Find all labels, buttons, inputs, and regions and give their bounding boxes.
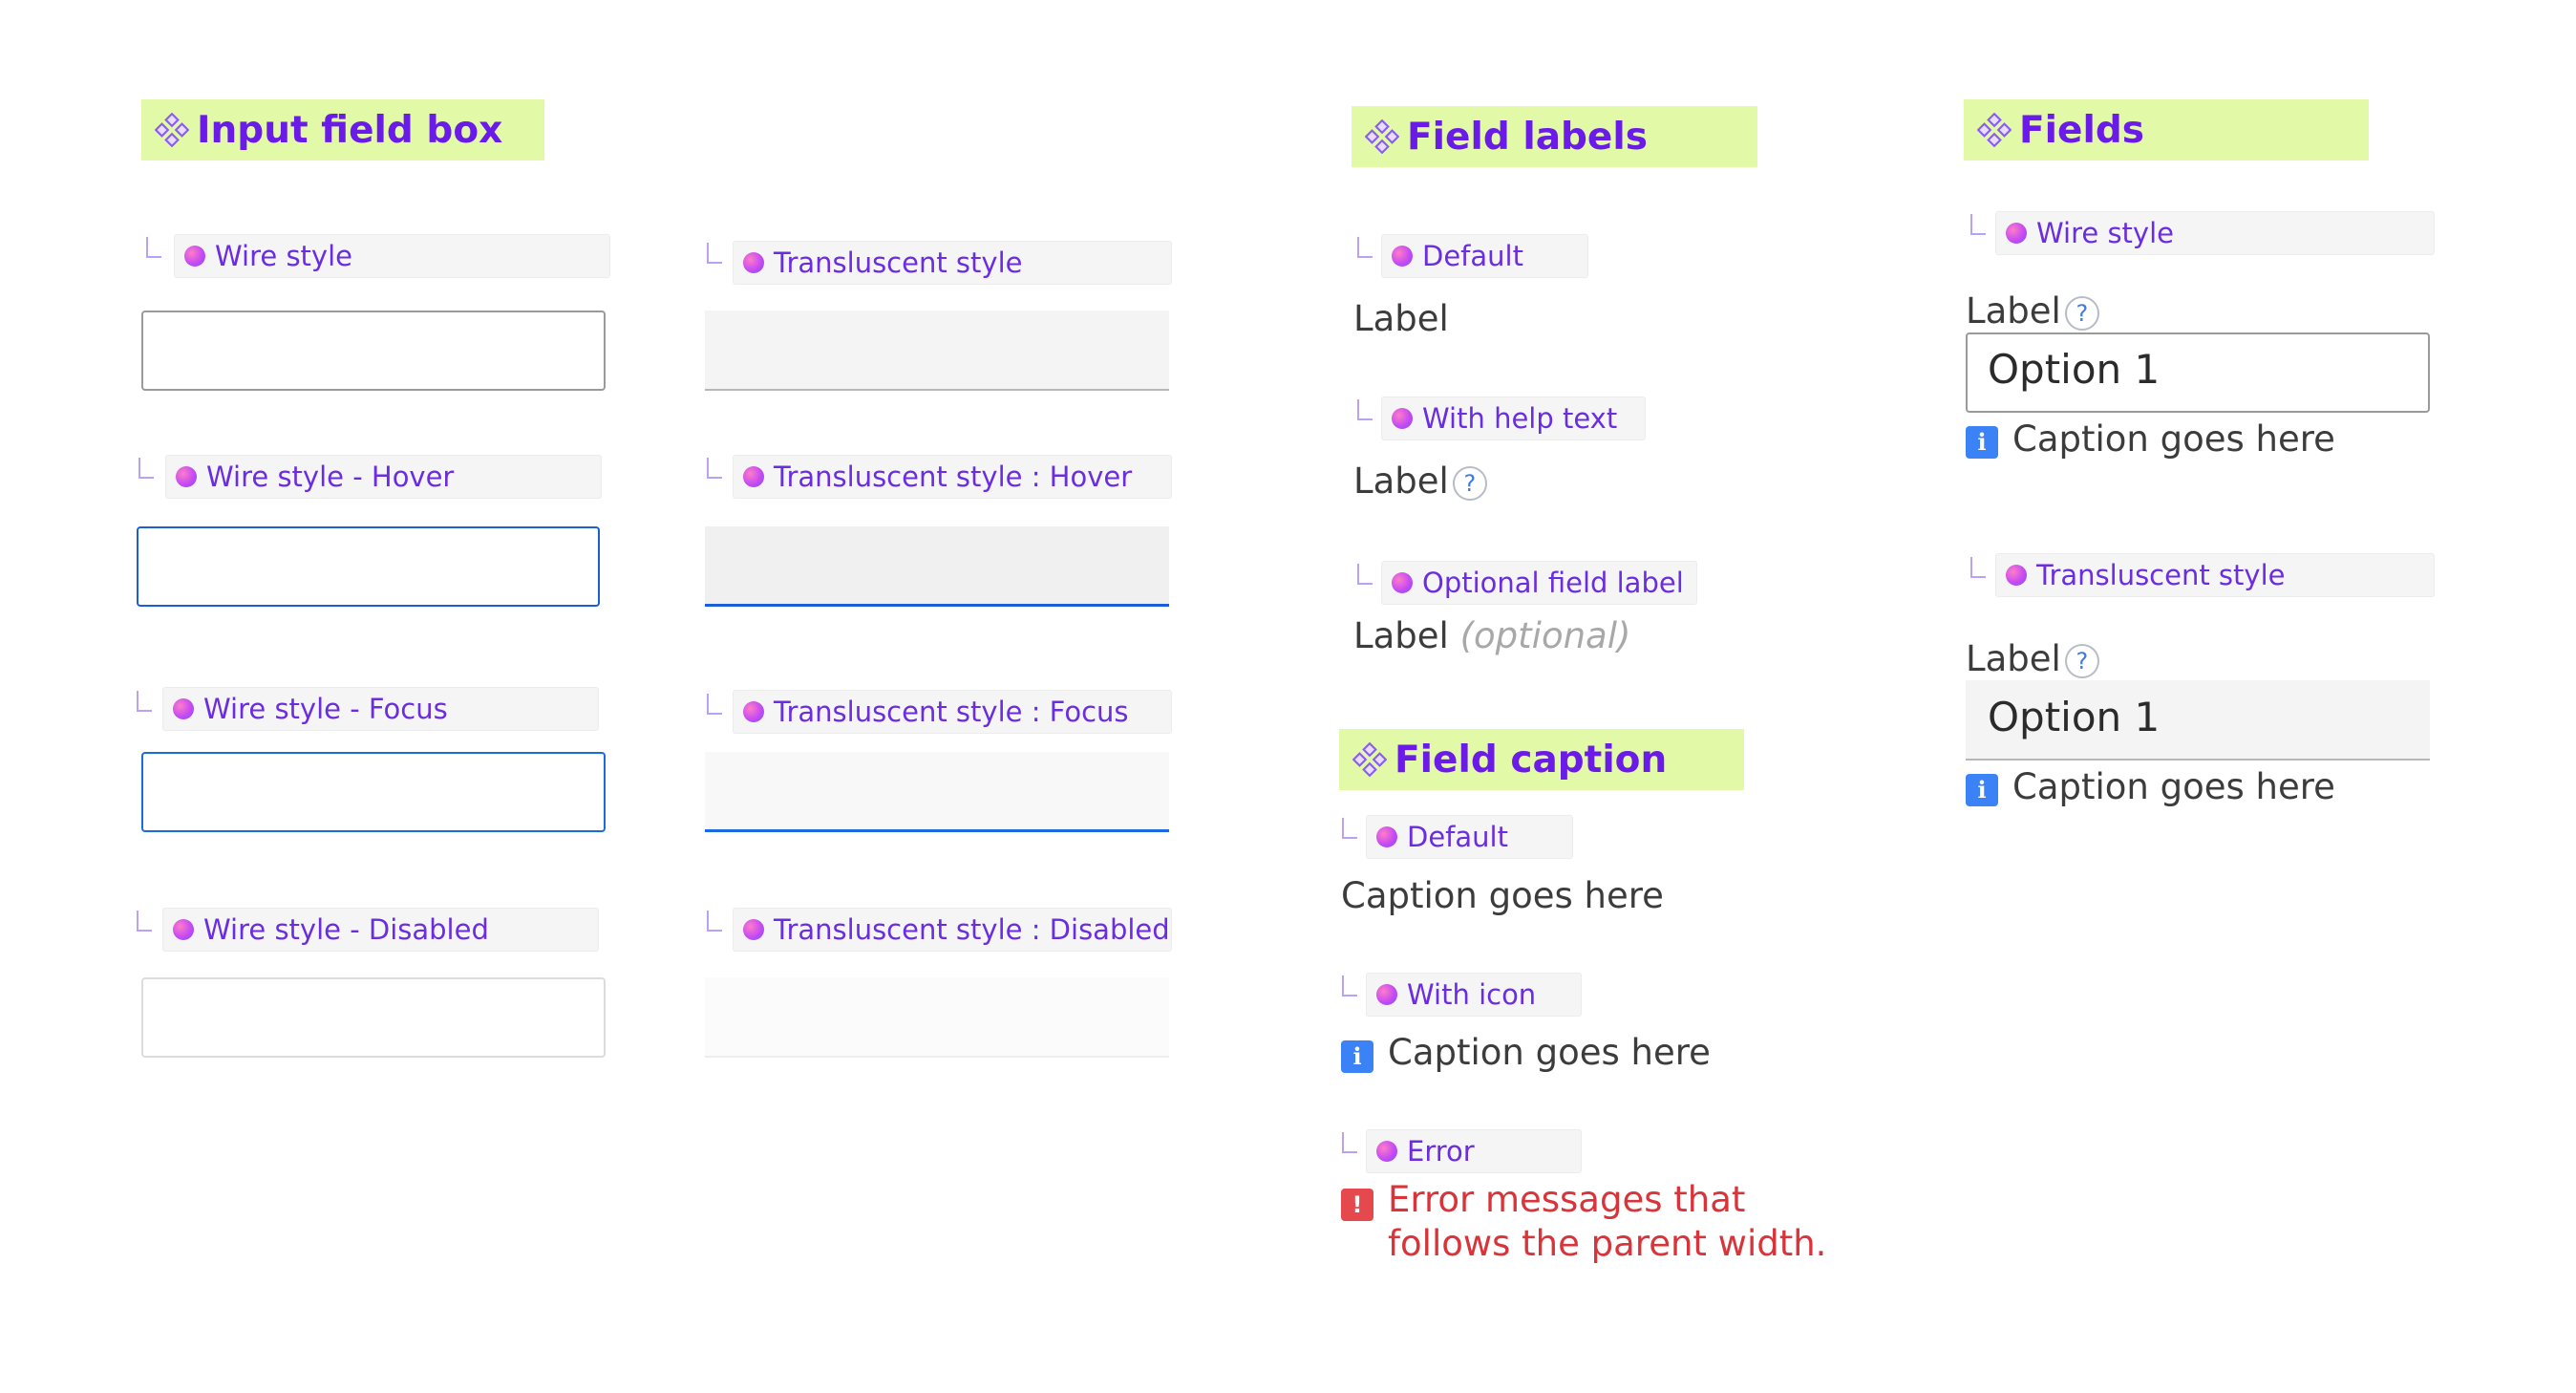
variant-icon: [173, 919, 194, 940]
variant-icon: [176, 466, 197, 487]
variant-icon: [743, 466, 764, 487]
help-icon[interactable]: ?: [1452, 465, 1487, 501]
error-message-line: follows the parent width.: [1388, 1223, 1827, 1264]
field-label: Label: [1353, 298, 1449, 339]
info-icon: i: [1966, 774, 1998, 806]
field-label-with-help: Label?: [1966, 290, 2099, 332]
variant-tag-caption-with-icon: With icon: [1366, 973, 1582, 1017]
tree-connector: [1342, 1132, 1357, 1153]
info-icon: i: [1341, 1040, 1373, 1073]
component-icon: [155, 113, 189, 147]
tree-connector: [707, 458, 722, 479]
section-title: Input field box: [197, 108, 503, 152]
optional-indicator: (optional): [1459, 615, 1631, 656]
component-icon: [1365, 119, 1399, 154]
variant-tag-field-wire: Wire style: [1995, 211, 2435, 255]
variant-tag-wire-style: Wire style: [174, 234, 610, 278]
variant-tag-field-transluscent: Transluscent style: [1995, 553, 2435, 597]
tree-connector: [1357, 564, 1373, 585]
transluscent-input-box-focus[interactable]: [705, 752, 1169, 832]
field-label-with-help: Label?: [1966, 638, 2099, 679]
section-header-fields: Fields: [1964, 99, 2369, 161]
field-label-text: Label: [1966, 638, 2061, 679]
variant-icon: [1376, 1141, 1397, 1162]
section-title: Fields: [2019, 108, 2144, 152]
field-caption: Caption goes here: [2012, 418, 2335, 460]
wire-input-box-hover[interactable]: [137, 526, 600, 607]
tree-connector: [137, 911, 152, 932]
variant-icon: [1376, 984, 1397, 1005]
error-icon: !: [1341, 1189, 1373, 1221]
field-caption-with-icon: Caption goes here: [1388, 1032, 1711, 1073]
wire-input-box[interactable]: [141, 311, 606, 391]
variant-tag-transluscent-disabled: Transluscent style : Disabled: [733, 908, 1172, 952]
component-icon: [1977, 113, 2012, 147]
tree-connector: [1357, 399, 1373, 420]
tree-connector: [1342, 818, 1357, 839]
field-caption: Caption goes here: [2012, 766, 2335, 807]
field-value: Option 1: [1988, 694, 2161, 740]
field-label-with-help: Label?: [1353, 461, 1487, 502]
tree-connector: [1342, 975, 1357, 997]
info-icon: i: [1966, 426, 1998, 459]
help-icon[interactable]: ?: [2064, 643, 2099, 678]
variant-icon: [1376, 826, 1397, 847]
field-caption: Caption goes here: [1341, 875, 1664, 916]
variant-tag-label-with-help: With help text: [1381, 396, 1646, 440]
tree-connector: [138, 458, 154, 479]
variant-tag-wire-disabled: Wire style - Disabled: [162, 908, 599, 952]
variant-tag-caption-default: Default: [1366, 815, 1573, 859]
variant-icon: [1392, 246, 1413, 267]
variant-tag-transluscent-focus: Transluscent style : Focus: [733, 690, 1172, 734]
component-icon: [1352, 742, 1387, 777]
variant-icon: [173, 698, 194, 719]
variant-icon: [1392, 572, 1413, 593]
transluscent-input-box-disabled: [705, 977, 1169, 1058]
tree-connector: [1970, 557, 1986, 578]
field-label-text: Label: [1353, 615, 1449, 656]
variant-tag-wire-focus: Wire style - Focus: [162, 687, 599, 731]
variant-icon: [184, 246, 205, 267]
variant-tag-wire-hover: Wire style - Hover: [165, 455, 602, 499]
variant-tag-transluscent-hover: Transluscent style : Hover: [733, 455, 1172, 499]
variant-icon: [2006, 223, 2027, 244]
section-title: Field labels: [1407, 115, 1648, 159]
tree-connector: [1357, 237, 1373, 258]
variant-tag-optional-label: Optional field label: [1381, 561, 1697, 605]
tree-connector: [707, 911, 722, 932]
field-label-text: Label: [1353, 461, 1449, 502]
section-header-input-field-box: Input field box: [141, 99, 544, 161]
error-message-line: Error messages that: [1388, 1179, 1746, 1220]
wire-input-box-focus[interactable]: [141, 752, 606, 832]
variant-icon: [743, 919, 764, 940]
variant-icon: [2006, 565, 2027, 586]
variant-icon: [1392, 408, 1413, 429]
transluscent-input-box[interactable]: [705, 311, 1169, 391]
field-label-optional: Label (optional): [1353, 615, 1630, 656]
transluscent-input-box-hover[interactable]: [705, 526, 1169, 607]
tree-connector: [707, 694, 722, 715]
section-header-field-labels: Field labels: [1352, 106, 1757, 167]
section-title: Field caption: [1394, 738, 1668, 782]
help-icon[interactable]: ?: [2064, 295, 2099, 331]
variant-icon: [743, 252, 764, 273]
wire-input-box-disabled: [141, 977, 606, 1058]
tree-connector: [137, 691, 152, 712]
section-header-field-caption: Field caption: [1339, 729, 1744, 790]
tree-connector: [1970, 214, 1986, 235]
variant-tag-caption-error: Error: [1366, 1129, 1582, 1173]
error-message: Error messages that follows the parent w…: [1388, 1178, 1826, 1266]
variant-tag-label-default: Default: [1381, 234, 1588, 278]
variant-tag-transluscent-style: Transluscent style: [733, 241, 1172, 285]
tree-connector: [707, 243, 722, 264]
field-label-text: Label: [1966, 290, 2061, 332]
field-value: Option 1: [1988, 346, 2161, 393]
tree-connector: [146, 237, 161, 258]
variant-icon: [743, 701, 764, 722]
